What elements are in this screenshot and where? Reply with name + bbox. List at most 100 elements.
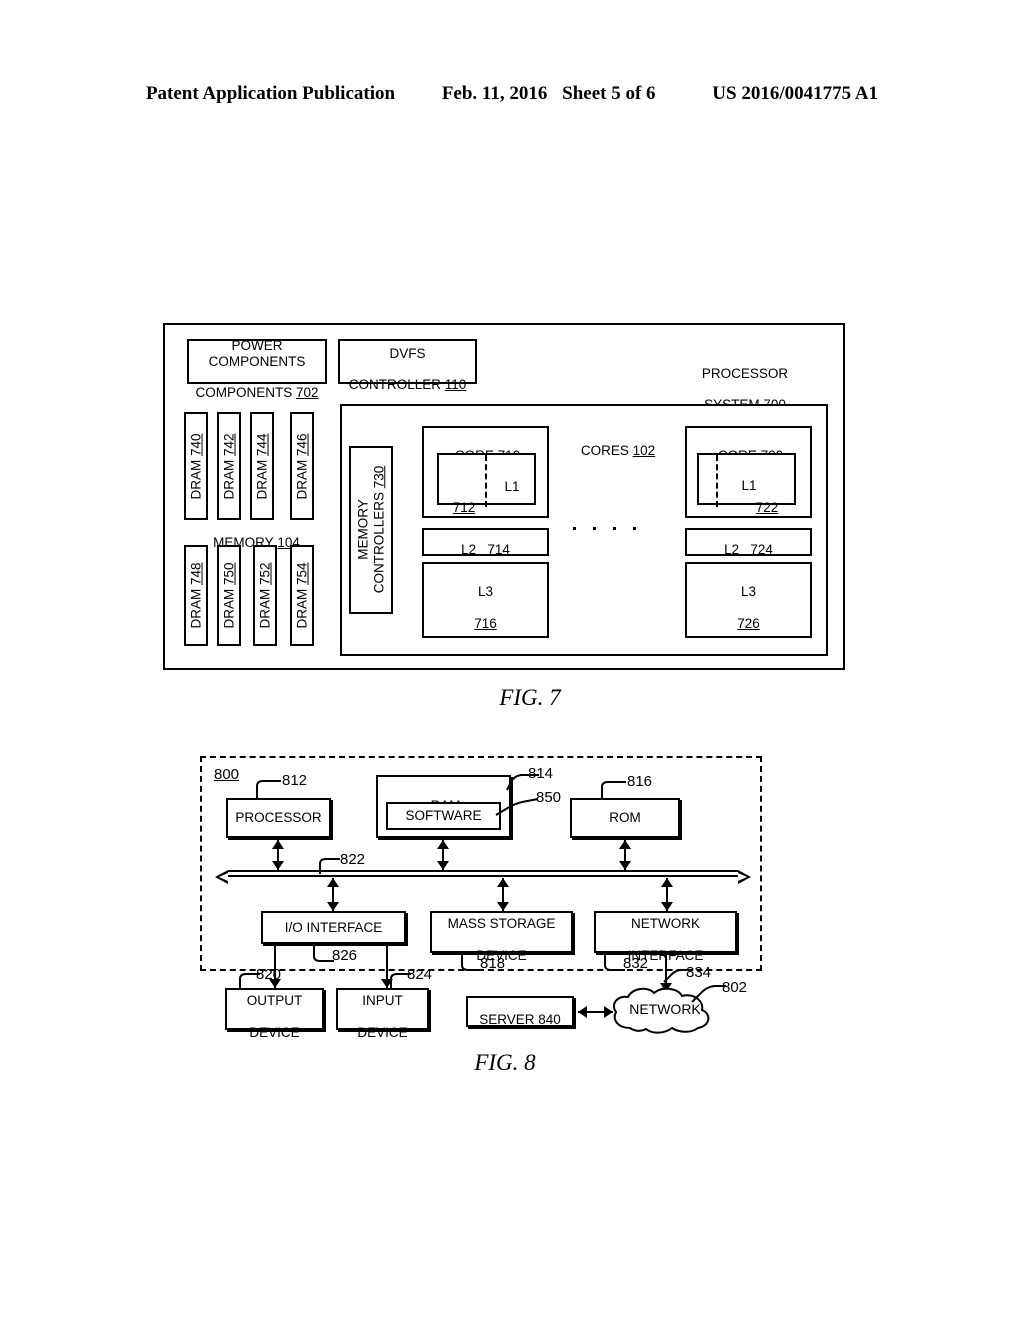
fig7-caption: FIG. 7 bbox=[499, 685, 561, 710]
io-interface-ref: 826 bbox=[332, 947, 358, 964]
software-box: SOFTWARE bbox=[386, 802, 501, 830]
dram-754-label: DRAM bbox=[294, 588, 310, 629]
rom-box: ROM bbox=[570, 798, 680, 838]
dvfs-controller-label: CONTROLLER bbox=[348, 377, 445, 393]
core-710-l1-label: L1 bbox=[488, 463, 536, 494]
dram-box-744: DRAM 744 bbox=[250, 412, 274, 520]
dram-748-label: DRAM bbox=[188, 588, 204, 629]
bus-arrow-left-icon bbox=[215, 870, 228, 884]
dram-750-ref: 750 bbox=[221, 562, 237, 586]
cores-label-ref: 102 bbox=[632, 442, 656, 458]
core-710-l1-ref-label: 712 bbox=[443, 484, 485, 515]
ram-ref: 814 bbox=[528, 765, 554, 782]
core-720-l1-box: L1 722 bbox=[697, 453, 796, 515]
server-box: SERVER 840 bbox=[466, 996, 574, 1027]
core-720-l2-ref: 724 bbox=[750, 542, 773, 557]
dram-754-ref: 754 bbox=[294, 562, 310, 586]
cores-label: CORES 102 bbox=[563, 427, 673, 458]
dram-742-label: DRAM bbox=[221, 459, 237, 500]
dram-746-ref: 746 bbox=[294, 432, 310, 456]
dram-746-label: DRAM bbox=[294, 459, 310, 500]
power-components-label: POWER COMPONENTS bbox=[208, 338, 306, 369]
core-720-l2-box: L2 724 bbox=[685, 528, 812, 557]
output-device-label-1: OUTPUT bbox=[246, 993, 303, 1009]
core-710-l1-divider bbox=[485, 455, 487, 507]
processor-ref: 812 bbox=[282, 772, 308, 789]
dram-742-ref: 742 bbox=[221, 432, 237, 456]
core-710-l3-text: L3 bbox=[477, 584, 494, 600]
core-720-l2-text: L2 bbox=[724, 542, 740, 557]
memory-controllers-line1: MEMORY bbox=[355, 499, 371, 561]
bus-arrow-right-icon bbox=[738, 870, 751, 884]
cores-ellipsis bbox=[573, 527, 636, 530]
network-interface-ref: 832 bbox=[623, 955, 649, 972]
cores-label-text: CORES bbox=[580, 442, 629, 458]
dram-box-750: DRAM 750 bbox=[217, 545, 241, 646]
io-interface-box: I/O INTERFACE bbox=[261, 911, 406, 944]
dram-box-752: DRAM 752 bbox=[253, 545, 277, 646]
core-720-l3-box: L3 726 bbox=[685, 562, 812, 638]
dram-748-ref: 748 bbox=[188, 562, 204, 586]
mass-storage-box: MASS STORAGE DEVICE bbox=[430, 911, 573, 963]
core-710-l2-text: L2 bbox=[461, 542, 477, 557]
mass-storage-label-1: MASS STORAGE bbox=[447, 916, 556, 932]
header-date: Feb. 11, 2016 bbox=[441, 83, 548, 104]
power-components-label-2: COMPONENTS bbox=[195, 384, 296, 400]
network-cloud-ref: 802 bbox=[722, 979, 748, 996]
dram-752-ref: 752 bbox=[257, 562, 273, 586]
core-710-l3-ref: 716 bbox=[474, 615, 497, 631]
memory-controllers-box: MEMORY CONTROLLERS 730 bbox=[349, 446, 393, 614]
input-device-ref: 824 bbox=[407, 966, 433, 983]
header-publication: Patent Application Publication bbox=[145, 83, 396, 104]
power-components-box: POWER COMPONENTS COMPONENTS 702 bbox=[187, 338, 327, 400]
dram-box-746: DRAM 746 bbox=[290, 412, 314, 520]
dram-744-label: DRAM bbox=[254, 459, 270, 500]
dram-752-label: DRAM bbox=[257, 588, 273, 629]
output-device-label-2: DEVICE bbox=[249, 1024, 300, 1040]
fig8-system-ref: 800 bbox=[214, 766, 240, 783]
software-ref: 850 bbox=[536, 789, 562, 806]
ram-bus-arrow bbox=[437, 840, 449, 870]
mass-storage-ref: 818 bbox=[480, 955, 506, 972]
server-label: SERVER bbox=[479, 1011, 535, 1027]
dram-744-ref: 744 bbox=[254, 432, 270, 456]
core-710-l2-box: L2 714 bbox=[422, 528, 549, 557]
output-device-ref: 820 bbox=[256, 966, 282, 983]
rom-ref: 816 bbox=[627, 773, 653, 790]
input-device-label-2: DEVICE bbox=[357, 1024, 408, 1040]
core-720-l3-ref: 726 bbox=[737, 615, 760, 631]
dram-740-label: DRAM bbox=[188, 459, 204, 500]
core-710-l2-ref: 714 bbox=[487, 542, 510, 557]
core-720-l1-divider bbox=[716, 455, 718, 507]
output-device-box: OUTPUT DEVICE bbox=[225, 988, 324, 1040]
software-label: SOFTWARE bbox=[405, 808, 482, 824]
io-interface-label: I/O INTERFACE bbox=[284, 919, 383, 935]
system-bus bbox=[228, 870, 738, 877]
network-interface-box: NETWORK INTERFACE bbox=[594, 911, 737, 963]
core-710-l3-box: L3 716 bbox=[422, 562, 549, 638]
header-patent-number: US 2016/0041775 A1 bbox=[712, 83, 879, 104]
io-bus-arrow bbox=[327, 878, 339, 911]
power-components-ref: 702 bbox=[295, 384, 319, 400]
server-ref: 840 bbox=[538, 1011, 561, 1027]
dram-box-754: DRAM 754 bbox=[290, 545, 314, 646]
core-710-l1-text: L1 bbox=[504, 478, 520, 494]
dram-750-label: DRAM bbox=[221, 588, 237, 629]
dvfs-controller-ref: 110 bbox=[444, 377, 467, 393]
memory-controllers-ref: 730 bbox=[371, 466, 386, 489]
core-720-l1-ref: 722 bbox=[755, 499, 779, 515]
memory-controllers-line2: CONTROLLERS bbox=[371, 488, 386, 594]
rom-label: ROM bbox=[609, 810, 641, 826]
processor-label: PROCESSOR bbox=[235, 810, 322, 826]
input-device-label-1: INPUT bbox=[362, 993, 403, 1009]
header-sheet: Sheet 5 of 6 bbox=[562, 83, 656, 104]
network-interface-label-1: NETWORK bbox=[630, 916, 700, 932]
page-header: Patent Application Publication Feb. 11, … bbox=[0, 83, 1024, 105]
dram-box-748: DRAM 748 bbox=[184, 545, 208, 646]
core-710-l1-ref: 712 bbox=[452, 499, 476, 515]
core-710-l1-box: 712 L1 bbox=[437, 453, 536, 515]
rom-bus-arrow bbox=[619, 840, 631, 870]
dvfs-controller-box: DVFS CONTROLLER 110 bbox=[338, 339, 477, 392]
dram-box-740: DRAM 740 bbox=[184, 412, 208, 520]
core-720-l3-text: L3 bbox=[740, 584, 757, 600]
